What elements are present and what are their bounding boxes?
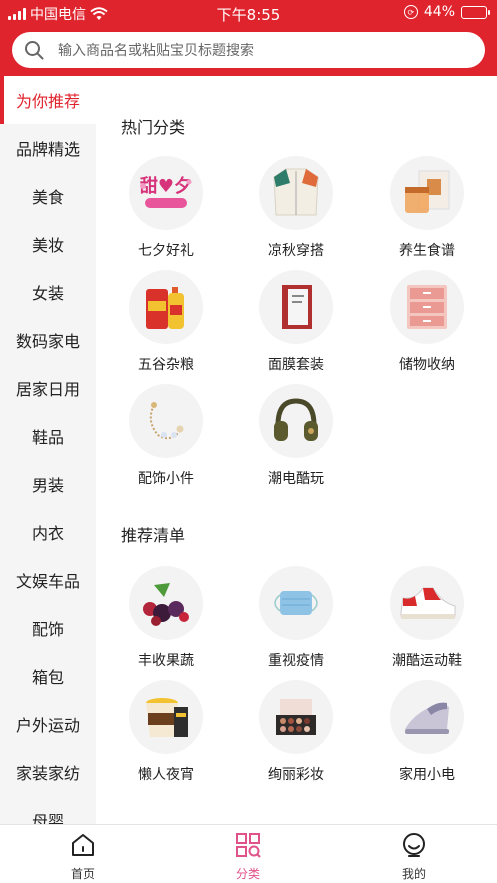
recommend-item-sneakers[interactable]: 潮酷运动鞋 — [362, 566, 492, 676]
sidebar-item-entertainment[interactable]: 文娱车品 — [0, 556, 96, 604]
sidebar-item-women[interactable]: 女装 — [0, 268, 96, 316]
hot-item-label: 凉秋穿搭 — [268, 243, 324, 259]
bottom-tab-bar: 首页 分类 我的 — [0, 824, 497, 883]
hot-item-health-recipe[interactable]: 养生食谱 — [362, 156, 492, 266]
iron-icon — [390, 680, 464, 754]
rotation-lock-icon: ⟳ — [403, 5, 418, 19]
hot-item-qixi[interactable]: 甜♥夕 七夕好礼 — [101, 156, 231, 266]
facemask-box-icon — [259, 270, 333, 344]
search-placeholder[interactable]: 输入商品名或粘贴宝贝标题搜索 — [58, 40, 254, 60]
sidebar-item-beauty[interactable]: 美妆 — [0, 220, 96, 268]
category-icon — [236, 833, 261, 858]
top-header: 中国电信 下午8:55 ⟳ 44% 输入商品名或粘贴宝贝标题搜索 — [0, 0, 497, 76]
hot-item-label: 配饰小件 — [138, 471, 194, 487]
hot-item-jewelry[interactable]: 配饰小件 — [101, 384, 231, 494]
recommend-item-label: 家用小电 — [399, 767, 455, 783]
sneaker-icon — [390, 566, 464, 640]
hot-item-label: 五谷杂粮 — [138, 357, 194, 373]
tab-home[interactable]: 首页 — [43, 831, 123, 882]
storage-drawer-icon — [390, 270, 464, 344]
sidebar-item-food[interactable]: 美食 — [0, 172, 96, 220]
profile-icon — [403, 833, 425, 857]
sidebar-item-homedecor[interactable]: 家装家纺 — [0, 748, 96, 796]
category-sidebar: 为你推荐 品牌精选 美食 美妆 女装 数码家电 居家日用 鞋品 男装 内衣 文娱… — [0, 76, 96, 824]
tab-category[interactable]: 分类 — [208, 831, 288, 882]
hot-item-label: 储物收纳 — [399, 357, 455, 373]
face-mask-icon — [259, 566, 333, 640]
jacket-icon — [259, 156, 333, 230]
fruit-icon — [129, 566, 203, 640]
recommend-item-epidemic[interactable]: 重视疫情 — [231, 566, 361, 676]
svg-text:甜♥夕: 甜♥夕 — [140, 175, 192, 197]
battery-percent: 44% — [423, 4, 455, 20]
instant-noodle-icon — [129, 680, 203, 754]
sidebar-item-recommend[interactable]: 为你推荐 — [0, 76, 96, 124]
sidebar-item-baby[interactable]: 母婴 — [0, 796, 96, 824]
recommend-section-title: 推荐清单 — [121, 526, 186, 545]
sidebar-item-men[interactable]: 男装 — [0, 460, 96, 508]
hot-section-title: 热门分类 — [121, 118, 186, 137]
grain-oil-icon — [129, 270, 203, 344]
battery-icon — [461, 5, 490, 19]
recommend-item-fruit[interactable]: 丰收果蔬 — [101, 566, 231, 676]
category-content: 热门分类 甜♥夕 七夕好礼 凉秋穿搭 养生食谱 五谷杂粮 面膜套装 储物收纳 配… — [96, 76, 497, 824]
tab-label: 我的 — [401, 867, 426, 881]
recommend-item-label: 绚丽彩妆 — [268, 767, 324, 783]
eyeshadow-palette-icon — [259, 680, 333, 754]
recommend-item-label: 懒人夜宵 — [138, 767, 194, 783]
hot-item-facemask[interactable]: 面膜套装 — [231, 270, 361, 380]
search-bar[interactable]: 输入商品名或粘贴宝贝标题搜索 — [12, 32, 485, 68]
recommend-item-label: 丰收果蔬 — [138, 653, 194, 669]
hot-item-label: 七夕好礼 — [138, 243, 194, 259]
tab-label: 分类 — [235, 867, 260, 881]
sidebar-item-digital[interactable]: 数码家电 — [0, 316, 96, 364]
qixi-gift-icon: 甜♥夕 — [129, 156, 203, 230]
tea-icon — [390, 156, 464, 230]
hot-item-label: 潮电酷玩 — [268, 471, 324, 487]
hot-item-storage[interactable]: 储物收纳 — [362, 270, 492, 380]
search-icon — [25, 41, 44, 60]
sidebar-item-brand[interactable]: 品牌精选 — [0, 124, 96, 172]
recommend-item-label: 潮酷运动鞋 — [392, 653, 462, 669]
tab-profile[interactable]: 我的 — [374, 831, 454, 882]
home-icon — [72, 834, 94, 856]
sidebar-item-shoes[interactable]: 鞋品 — [0, 412, 96, 460]
hot-item-autumn-wear[interactable]: 凉秋穿搭 — [231, 156, 361, 266]
hot-item-electronics[interactable]: 潮电酷玩 — [231, 384, 361, 494]
recommend-item-makeup[interactable]: 绚丽彩妆 — [231, 680, 361, 790]
sidebar-item-outdoor[interactable]: 户外运动 — [0, 700, 96, 748]
recommend-item-late-snack[interactable]: 懒人夜宵 — [101, 680, 231, 790]
hot-item-grains[interactable]: 五谷杂粮 — [101, 270, 231, 380]
hot-item-label: 面膜套装 — [268, 357, 324, 373]
bracelet-icon — [129, 384, 203, 458]
sidebar-item-bags[interactable]: 箱包 — [0, 652, 96, 700]
sidebar-item-home[interactable]: 居家日用 — [0, 364, 96, 412]
sidebar-item-underwear[interactable]: 内衣 — [0, 508, 96, 556]
tab-label: 首页 — [70, 867, 95, 881]
recommend-item-appliance[interactable]: 家用小电 — [362, 680, 492, 790]
hot-item-label: 养生食谱 — [399, 243, 455, 259]
headphones-icon — [259, 384, 333, 458]
sidebar-item-accessories[interactable]: 配饰 — [0, 604, 96, 652]
recommend-item-label: 重视疫情 — [268, 653, 324, 669]
status-bar: 中国电信 下午8:55 ⟳ 44% — [0, 0, 497, 26]
